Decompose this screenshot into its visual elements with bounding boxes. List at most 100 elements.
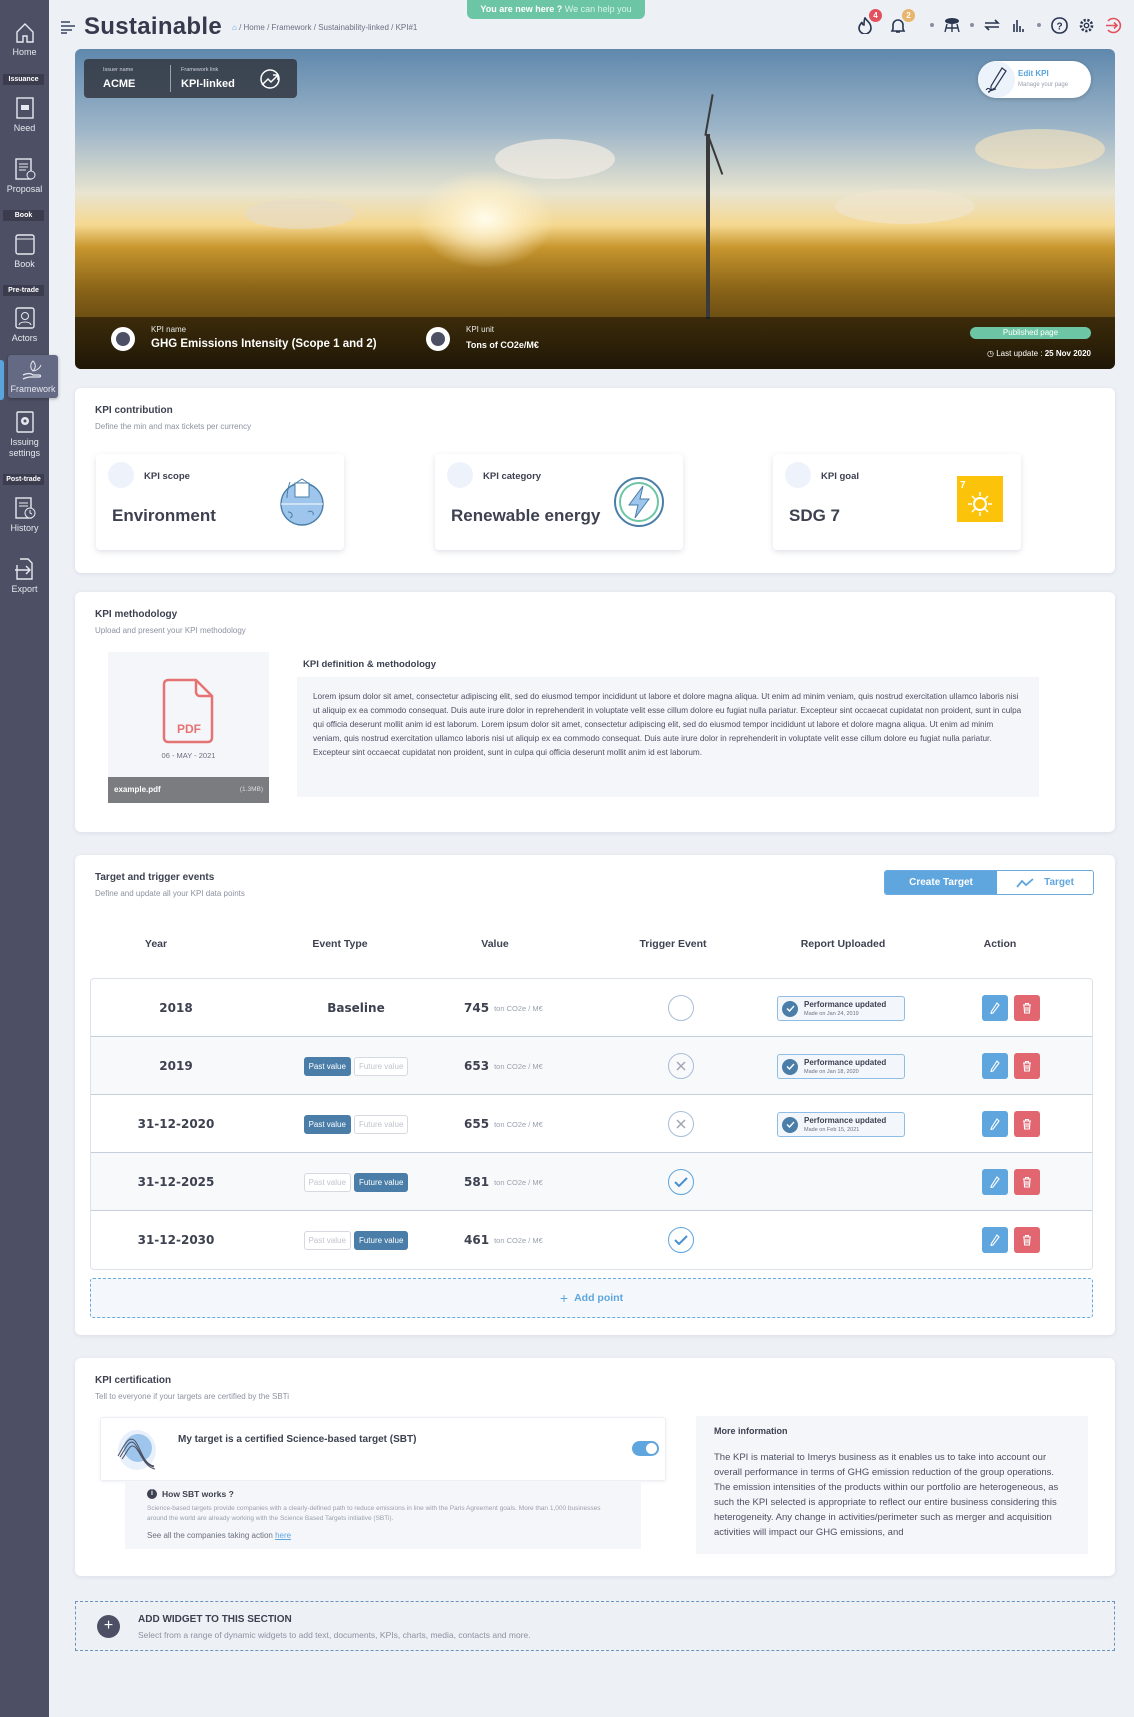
issuer-info-box: Issuer name ACME Framework link KPI-link… xyxy=(84,59,297,98)
globe-house-icon xyxy=(280,478,324,526)
report-status[interactable]: Performance updated Made on Feb 15, 2021 xyxy=(777,1111,905,1137)
section-pre-trade: Pre-trade xyxy=(3,285,44,296)
kpi-contribution-card: KPI contribution Define the min and max … xyxy=(75,388,1115,573)
help-banner[interactable]: You are new here ? We can help you xyxy=(467,0,645,19)
svg-text:?: ? xyxy=(1056,21,1062,32)
trigger-check-icon[interactable] xyxy=(668,1169,694,1195)
verified-icon xyxy=(426,327,450,351)
separator-dot xyxy=(930,23,934,27)
sbt-companies-link[interactable]: here xyxy=(275,1531,291,1540)
pencil-icon xyxy=(990,1176,1000,1188)
table-row: 2019 Past value Future value 653 ton CO2e… xyxy=(91,1037,1092,1095)
edit-row-button[interactable] xyxy=(982,995,1008,1021)
turbine-blade xyxy=(704,94,714,136)
breadcrumb-home-icon[interactable]: ⌂ xyxy=(232,23,237,32)
section-title: Target and trigger events xyxy=(95,872,215,883)
fire-icon-button[interactable]: 4 xyxy=(856,9,882,34)
sidebar-item-export[interactable]: Export xyxy=(0,557,49,594)
past-value-pill[interactable]: Past value xyxy=(303,1114,351,1134)
kpi-goal-card[interactable]: KPI goal SDG 7 7 xyxy=(773,454,1021,550)
kpi-category-card[interactable]: KPI category Renewable energy xyxy=(435,454,683,550)
report-cell: Performance updated Made on Jan 18, 2020 xyxy=(751,1037,931,1095)
delete-row-button[interactable] xyxy=(1014,1053,1040,1079)
sbt-toggle[interactable] xyxy=(632,1441,659,1456)
top-bar: Sustainable ⌂ / Home / Framework / Susta… xyxy=(49,0,1134,48)
delete-row-button[interactable] xyxy=(1014,995,1040,1021)
chart-icon-button[interactable] xyxy=(1010,16,1028,34)
trigger-cell xyxy=(611,979,751,1037)
framework-link[interactable]: KPI-linked xyxy=(181,78,235,90)
check-icon xyxy=(782,1058,798,1075)
transfer-icon-button[interactable] xyxy=(983,16,1001,34)
add-point-button[interactable]: + Add point xyxy=(90,1278,1093,1318)
future-value-pill[interactable]: Future value xyxy=(353,1230,409,1250)
kpi-scope-card[interactable]: KPI scope Environment xyxy=(96,454,344,550)
sidebar-item-issuing-settings[interactable]: Issuing settings xyxy=(0,410,49,459)
menu-icon[interactable] xyxy=(60,20,76,39)
delete-row-button[interactable] xyxy=(1014,1169,1040,1195)
sidebar-item-home[interactable]: Home xyxy=(0,22,49,57)
section-subtitle: Define the min and max tickets per curre… xyxy=(95,422,252,431)
plus-icon: + xyxy=(559,1290,569,1306)
settings-gear-icon-button[interactable] xyxy=(1077,16,1095,34)
add-widget-section[interactable]: + ADD WIDGET TO THIS SECTION Select from… xyxy=(75,1601,1115,1651)
clock-icon: ◷ xyxy=(987,349,994,358)
bell-badge: 2 xyxy=(902,9,915,22)
need-icon xyxy=(15,97,34,119)
pencil-icon xyxy=(990,1002,1000,1014)
pdf-file-card[interactable]: PDF 06 - MAY - 2021 (1.3MB) example.pdf xyxy=(108,652,269,803)
sidebar-item-proposal[interactable]: Proposal xyxy=(0,157,49,194)
sidebar-item-history[interactable]: History xyxy=(0,496,49,533)
hero-info-bar: KPI name GHG Emissions Intensity (Scope … xyxy=(75,317,1115,369)
logout-icon-button[interactable] xyxy=(1104,16,1122,34)
past-value-pill[interactable]: Past value xyxy=(303,1230,351,1250)
bell-icon-button[interactable]: 2 xyxy=(889,9,915,34)
kpi-methodology-card: KPI methodology Upload and present your … xyxy=(75,592,1115,832)
event-type: Baseline xyxy=(327,1001,385,1015)
trigger-check-icon[interactable] xyxy=(668,1227,694,1253)
file-name: example.pdf xyxy=(114,785,161,794)
future-value-pill[interactable]: Future value xyxy=(353,1172,409,1192)
action-cell xyxy=(931,1153,1091,1211)
report-status[interactable]: Performance updated Made on Jan 18, 2020 xyxy=(777,1053,905,1079)
future-value-pill[interactable]: Future value xyxy=(353,1114,409,1134)
delete-row-button[interactable] xyxy=(1014,1227,1040,1253)
event-type-cell: Baseline xyxy=(261,979,451,1037)
kpi-unit: Tons of CO2e/M€ xyxy=(466,340,539,350)
edit-row-button[interactable] xyxy=(982,1053,1008,1079)
trigger-empty-icon[interactable] xyxy=(668,995,694,1021)
sidebar: Home Issuance Need Proposal Book Book Pr… xyxy=(0,0,58,1717)
trigger-cross-icon[interactable] xyxy=(668,1053,694,1079)
sidebar-item-framework[interactable]: Framework xyxy=(8,355,58,398)
edit-row-button[interactable] xyxy=(982,1111,1008,1137)
help-icon-button[interactable]: ? xyxy=(1050,16,1068,34)
breadcrumb[interactable]: ⌂ / Home / Framework / Sustainability-li… xyxy=(232,23,417,32)
network-icon-button[interactable] xyxy=(943,16,961,34)
value-cell: 653 ton CO2e / M€ xyxy=(464,1059,543,1073)
report-status[interactable]: Performance updated Made on Jan 24, 2019 xyxy=(777,995,905,1021)
future-value-pill[interactable]: Future value xyxy=(353,1056,409,1076)
table-row: 2018 Baseline 745 ton CO2e / M€ Performan… xyxy=(91,979,1092,1037)
past-value-pill[interactable]: Past value xyxy=(303,1056,351,1076)
edit-kpi-button[interactable]: Edit KPI Manage your page xyxy=(978,61,1091,98)
kpi-name-field: KPI name GHG Emissions Intensity (Scope … xyxy=(111,325,411,357)
edit-row-button[interactable] xyxy=(982,1169,1008,1195)
sidebar-item-need[interactable]: Need xyxy=(0,96,49,133)
sidebar-item-actors[interactable]: Actors xyxy=(0,306,49,343)
kpi-unit-field: KPI unit Tons of CO2e/M€ xyxy=(426,325,626,357)
column-header: Event Type xyxy=(312,938,368,950)
trash-icon xyxy=(1023,1002,1031,1014)
event-type-cell: Past value Future value xyxy=(261,1211,451,1269)
sidebar-item-book[interactable]: Book xyxy=(0,232,49,269)
report-cell xyxy=(751,1153,931,1211)
trash-icon xyxy=(1023,1060,1031,1072)
create-target-button[interactable]: Create Target xyxy=(885,871,997,894)
event-type-cell: Past value Future value xyxy=(261,1153,451,1211)
past-value-pill[interactable]: Past value xyxy=(303,1172,351,1192)
delete-row-button[interactable] xyxy=(1014,1111,1040,1137)
target-chart-button[interactable]: Target xyxy=(997,871,1093,894)
add-widget-plus-icon[interactable]: + xyxy=(97,1615,120,1638)
trigger-cross-icon[interactable] xyxy=(668,1111,694,1137)
year-cell: 31-12-2025 xyxy=(137,1175,215,1189)
edit-row-button[interactable] xyxy=(982,1227,1008,1253)
